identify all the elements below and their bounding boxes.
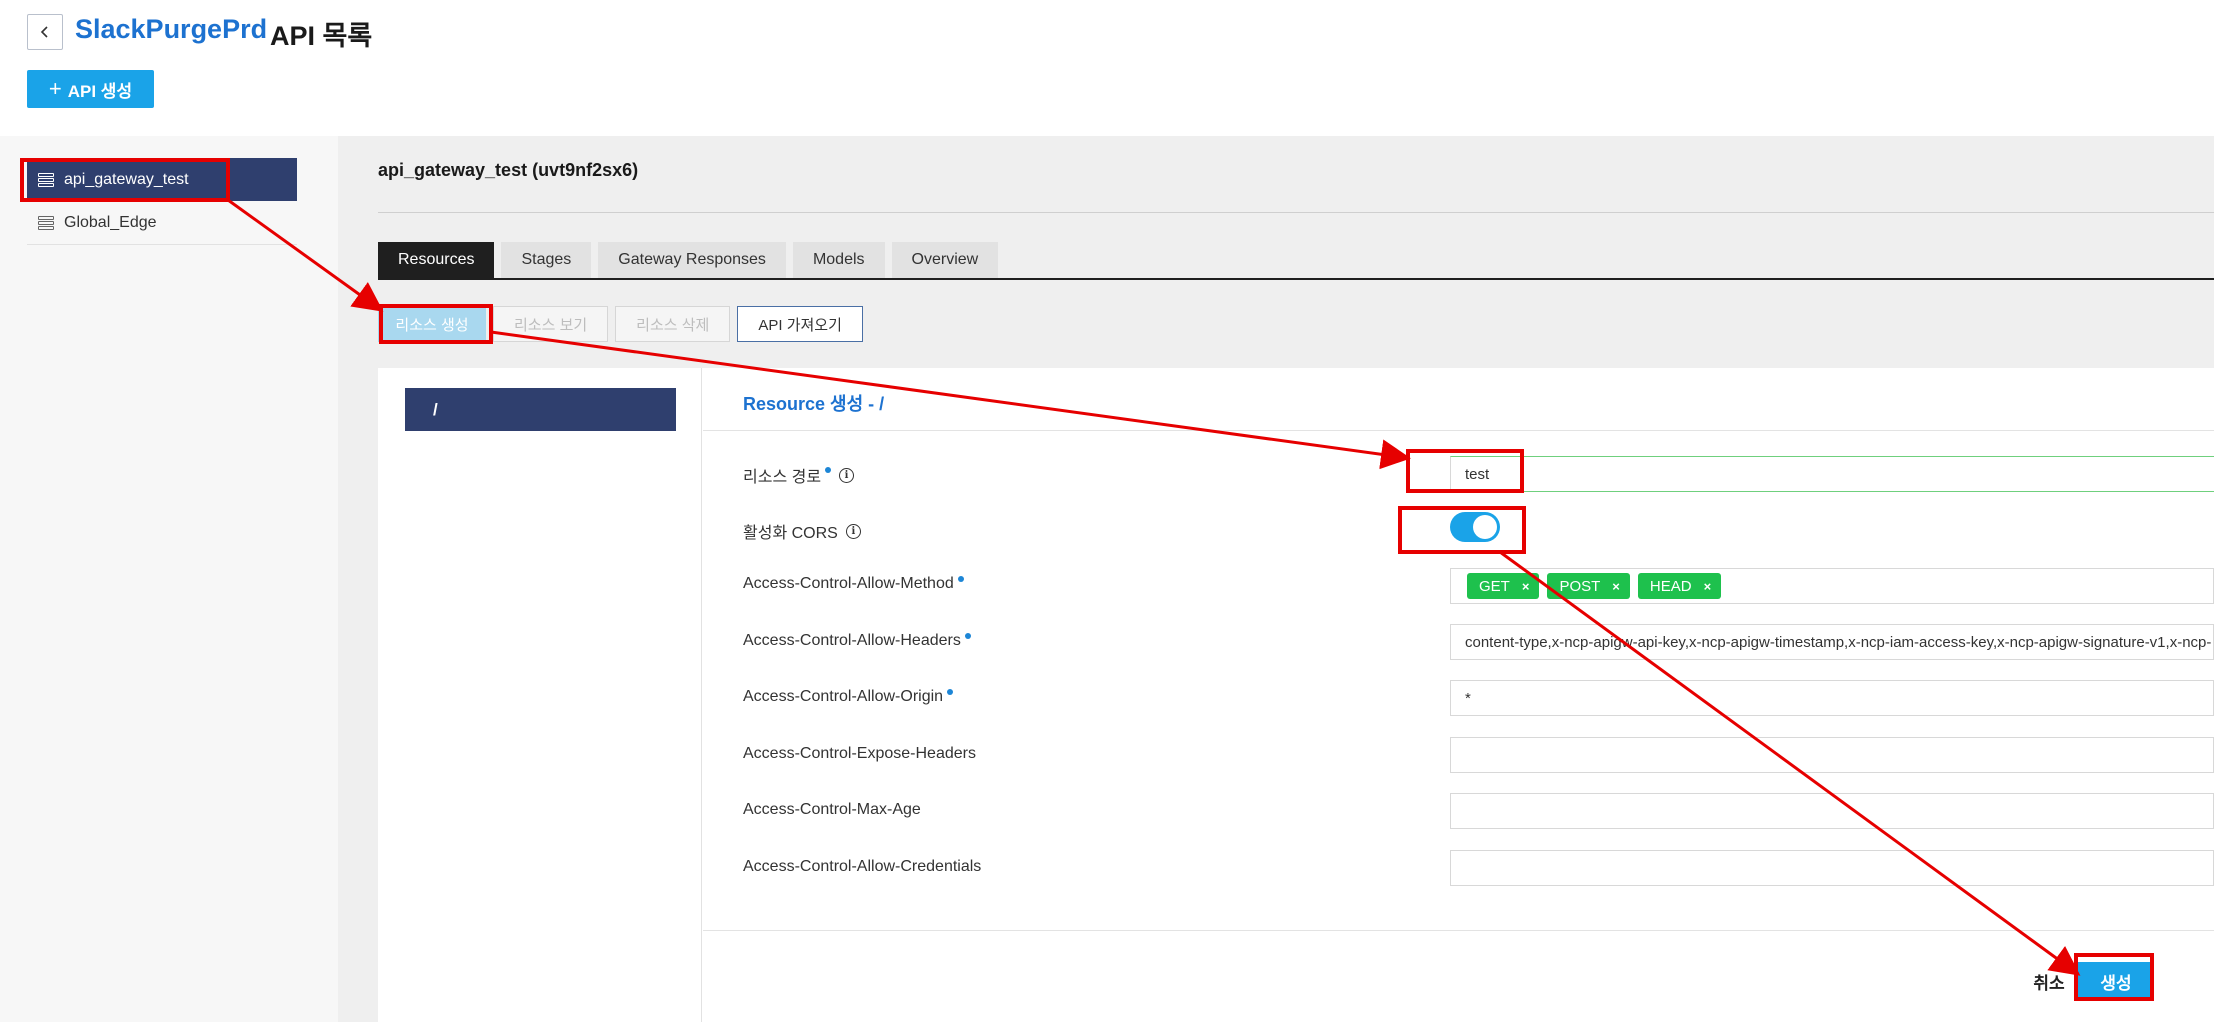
- page-root: SlackPurgePrd API 목록 + API 생성 api_gatewa…: [0, 0, 2214, 1022]
- chip-label: GET: [1479, 577, 1510, 595]
- allow-method-label: Access-Control-Allow-Method: [743, 575, 964, 593]
- main-content: api_gateway_test (uvt9nf2sx6) Resources …: [338, 136, 2214, 1022]
- method-chip-head: HEAD ×: [1637, 573, 1722, 599]
- back-button[interactable]: [27, 14, 63, 50]
- resource-action-bar: 리소스 생성 리소스 보기 리소스 삭제 API 가져오기: [378, 306, 863, 342]
- required-dot: [964, 633, 971, 639]
- allow-headers-input[interactable]: content-type,x-ncp-apigw-api-key,x-ncp-a…: [1450, 624, 2214, 660]
- tab-bar: Resources Stages Gateway Responses Model…: [378, 242, 999, 278]
- create-api-label: API 생성: [67, 81, 133, 101]
- required-dot: [825, 467, 832, 473]
- allow-origin-label: Access-Control-Allow-Origin: [743, 688, 954, 706]
- tab-overview[interactable]: Overview: [891, 242, 999, 278]
- server-icon: [38, 172, 54, 187]
- sidebar-item-label: Global_Edge: [64, 214, 157, 231]
- sidebar-item-api-gateway-test[interactable]: api_gateway_test: [27, 158, 297, 201]
- divider: [378, 212, 2214, 213]
- label-text: 리소스 경로: [743, 469, 822, 486]
- expose-headers-label: Access-Control-Expose-Headers: [743, 745, 976, 762]
- api-sidebar: api_gateway_test Global_Edge: [0, 136, 338, 1022]
- allow-headers-label: Access-Control-Allow-Headers: [743, 632, 971, 650]
- remove-icon[interactable]: ×: [1522, 579, 1530, 594]
- info-icon[interactable]: i: [845, 523, 861, 539]
- tree-item-root[interactable]: /: [405, 388, 676, 431]
- create-button[interactable]: 생성: [2078, 962, 2154, 1000]
- create-api-button[interactable]: + API 생성: [27, 70, 154, 108]
- info-icon[interactable]: i: [839, 467, 855, 483]
- tab-resources[interactable]: Resources: [378, 242, 495, 278]
- required-dot: [947, 689, 954, 695]
- allow-method-select[interactable]: GET × POST × HEAD ×: [1450, 568, 2214, 604]
- form-title: Resource 생성 - /: [743, 394, 885, 414]
- tab-gateway-responses[interactable]: Gateway Responses: [598, 242, 786, 278]
- tab-models[interactable]: Models: [792, 242, 885, 278]
- chip-label: HEAD: [1649, 577, 1692, 595]
- divider: [703, 930, 2214, 931]
- view-resource-button[interactable]: 리소스 보기: [493, 306, 609, 342]
- resource-tree: /: [378, 368, 702, 1022]
- resource-path-label: 리소스 경로 i: [743, 463, 855, 487]
- max-age-input[interactable]: [1450, 793, 2214, 829]
- divider: [703, 430, 2214, 431]
- cors-label: 활성화 CORS i: [743, 519, 861, 543]
- app-name: SlackPurgePrd: [75, 14, 268, 44]
- allow-credentials-input[interactable]: [1450, 850, 2214, 886]
- label-text: Access-Control-Allow-Headers: [743, 632, 961, 649]
- label-text: Access-Control-Allow-Origin: [743, 688, 944, 705]
- remove-icon[interactable]: ×: [1704, 579, 1712, 594]
- cors-toggle[interactable]: [1450, 512, 1500, 542]
- cancel-button[interactable]: 취소: [2019, 962, 2079, 1000]
- allow-origin-input[interactable]: *: [1450, 680, 2214, 716]
- required-dot: [957, 576, 964, 582]
- remove-icon[interactable]: ×: [1612, 579, 1620, 594]
- chevron-left-icon: [40, 26, 48, 38]
- label-text: Access-Control-Allow-Method: [743, 575, 954, 592]
- import-api-button[interactable]: API 가져오기: [737, 306, 863, 342]
- chip-label: POST: [1559, 577, 1601, 595]
- tab-underline: [378, 278, 2214, 280]
- resource-panel: / Resource 생성 - / 리소스 경로 i test 활성화 CORS…: [378, 368, 2214, 1022]
- sidebar-item-global-edge[interactable]: Global_Edge: [27, 202, 297, 245]
- toggle-knob: [1473, 515, 1497, 539]
- method-chip-post: POST ×: [1547, 573, 1630, 599]
- delete-resource-button[interactable]: 리소스 삭제: [615, 306, 731, 342]
- method-chip-get: GET ×: [1467, 573, 1540, 599]
- expose-headers-input[interactable]: [1450, 737, 2214, 773]
- plus-icon: +: [48, 76, 62, 101]
- server-icon: [38, 216, 54, 230]
- sidebar-item-label: api_gateway_test: [64, 170, 189, 188]
- create-resource-button[interactable]: 리소스 생성: [378, 306, 486, 342]
- max-age-label: Access-Control-Max-Age: [743, 801, 921, 818]
- resource-path-input[interactable]: test: [1450, 456, 2214, 492]
- page-title: API 목록: [270, 21, 373, 51]
- label-text: 활성화 CORS: [743, 525, 838, 542]
- tab-stages[interactable]: Stages: [501, 242, 592, 278]
- allow-credentials-label: Access-Control-Allow-Credentials: [743, 858, 982, 875]
- api-heading: api_gateway_test (uvt9nf2sx6): [378, 160, 639, 180]
